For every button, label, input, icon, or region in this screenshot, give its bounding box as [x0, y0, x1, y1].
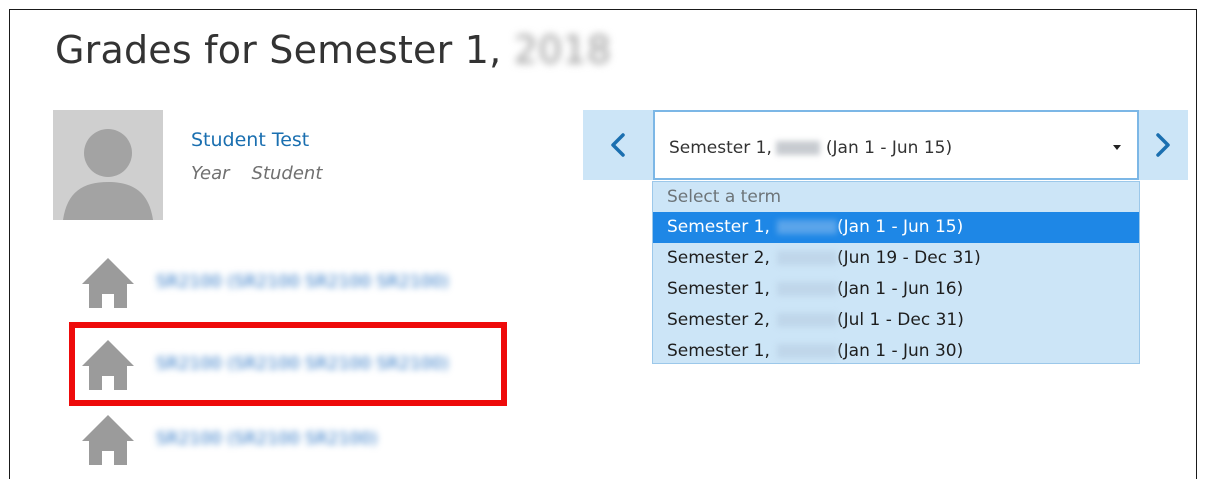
avatar	[53, 110, 163, 220]
term-select[interactable]: Semester 1, (Jan 1 - Jun 15)	[653, 110, 1139, 180]
chevron-left-icon	[611, 133, 625, 157]
student-year-label: Year	[191, 163, 230, 184]
page-title-year: 2018	[513, 28, 612, 72]
term-option[interactable]: Semester 2, (Jul 1 - Dec 31)	[653, 305, 1139, 336]
school-link[interactable]: SR2100 (SR2100 SR2100 SR2100)	[156, 272, 449, 292]
redacted-year	[777, 220, 837, 234]
caret-down-icon	[1113, 145, 1121, 150]
term-option-placeholder[interactable]: Select a term	[653, 182, 1139, 212]
term-select-prefix: Semester 1,	[669, 138, 772, 158]
house-icon	[82, 415, 134, 465]
term-option-prefix: Semester 1,	[667, 217, 770, 237]
term-selector-bar: Semester 1, (Jan 1 - Jun 15)	[583, 110, 1188, 180]
previous-term-button[interactable]	[583, 110, 653, 180]
highlight-annotation-box	[69, 322, 507, 406]
term-option-prefix: Semester 2,	[667, 248, 770, 268]
school-link[interactable]: SR2100 (SR2100 SR2100)	[156, 429, 378, 449]
term-select-suffix: (Jan 1 - Jun 15)	[825, 138, 953, 158]
redacted-year	[777, 251, 837, 265]
term-dropdown-list: Select a term Semester 1, (Jan 1 - Jun 15…	[652, 181, 1140, 364]
redacted-year	[777, 313, 837, 327]
term-option-suffix: (Jan 1 - Jun 16)	[837, 279, 964, 299]
term-option[interactable]: Semester 2, (Jun 19 - Dec 31)	[653, 243, 1139, 274]
student-name-link[interactable]: Student Test	[191, 129, 309, 151]
student-role-label: Student	[251, 163, 323, 184]
next-term-button[interactable]	[1138, 110, 1188, 180]
term-option-suffix: (Jul 1 - Dec 31)	[837, 310, 964, 330]
student-meta: Year Student	[191, 163, 322, 184]
page-title-text: Grades for Semester 1,	[55, 28, 502, 72]
redacted-year	[777, 344, 837, 358]
redacted-year	[777, 282, 837, 296]
school-row[interactable]: SR2100 (SR2100 SR2100)	[80, 408, 500, 470]
term-option[interactable]: Semester 1, (Jan 1 - Jun 16)	[653, 274, 1139, 305]
term-option-prefix: Semester 1,	[667, 341, 770, 361]
house-icon	[82, 258, 134, 308]
chevron-right-icon	[1156, 133, 1170, 157]
term-option[interactable]: Semester 1, (Jan 1 - Jun 15)	[653, 212, 1139, 243]
term-option-prefix: Semester 2,	[667, 310, 770, 330]
school-row[interactable]: SR2100 (SR2100 SR2100 SR2100)	[80, 251, 500, 313]
page-title: Grades for Semester 1, 2018	[55, 28, 611, 72]
term-option[interactable]: Semester 1, (Jan 1 - Jun 30)	[653, 336, 1139, 367]
term-option-suffix: (Jan 1 - Jun 15)	[837, 217, 964, 237]
term-option-prefix: Semester 1,	[667, 279, 770, 299]
redacted-year	[775, 141, 820, 155]
user-silhouette-icon	[63, 129, 153, 220]
term-select-value: Semester 1, (Jan 1 - Jun 15)	[669, 138, 952, 158]
term-option-suffix: (Jan 1 - Jun 30)	[837, 341, 964, 361]
term-option-suffix: (Jun 19 - Dec 31)	[837, 248, 981, 268]
